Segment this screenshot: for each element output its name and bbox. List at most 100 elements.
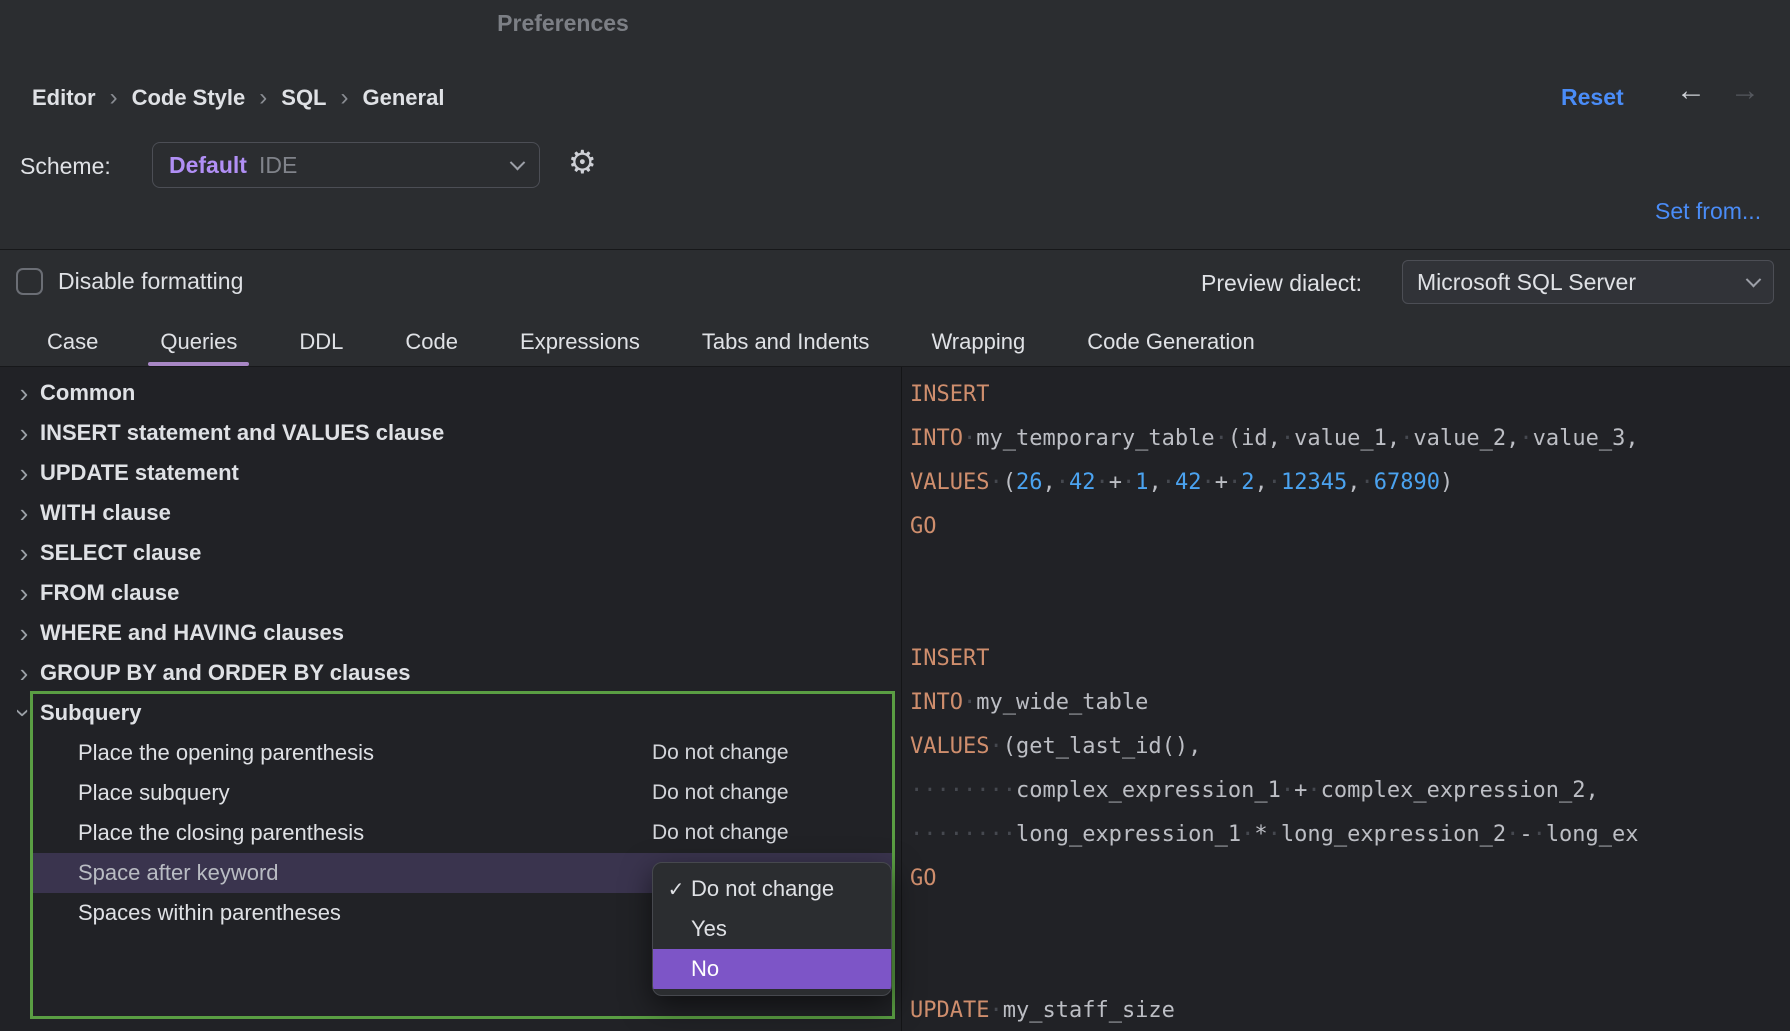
scheme-select[interactable]: Default IDE <box>152 142 540 188</box>
tree-group-label: Subquery <box>40 700 141 726</box>
format-bar: Disable formatting Preview dialect: Micr… <box>0 250 1790 367</box>
tree-group-row[interactable]: ›Common <box>0 373 901 413</box>
tree-child-row[interactable]: Place the closing parenthesis Do not chan… <box>0 813 901 853</box>
chevron-down-icon <box>1746 271 1762 287</box>
tree-group-label: WITH clause <box>40 500 171 526</box>
tree-group-label: INSERT statement and VALUES clause <box>40 420 444 446</box>
scheme-value: Default <box>169 152 247 179</box>
tree-group-label: GROUP BY and ORDER BY clauses <box>40 660 410 686</box>
tree-child-row[interactable]: Place the opening parenthesis Do not chan… <box>0 733 901 773</box>
breadcrumb-separator: › <box>341 84 349 112</box>
tree-group-label: Common <box>40 380 135 406</box>
code-line: UPDATE·my_staff_size <box>910 989 1790 1031</box>
preview-dialect-label: Preview dialect: <box>1201 270 1362 297</box>
tree-child-value[interactable]: Do not change <box>652 781 789 805</box>
popup-option-label: Yes <box>691 916 727 942</box>
popup-option[interactable]: No <box>653 949 891 989</box>
tree-group-row[interactable]: ›UPDATE statement <box>0 453 901 493</box>
code-line <box>910 549 1790 593</box>
chevron-down-icon <box>510 154 526 170</box>
code-preview-lines: INSERTINTO·my_temporary_table·(id,·value… <box>910 373 1790 1031</box>
scheme-target: IDE <box>259 152 297 179</box>
tree-child-label: Place the closing parenthesis <box>78 820 364 846</box>
chevron-right-icon[interactable]: › <box>8 420 40 446</box>
tab-wrapping[interactable]: Wrapping <box>916 318 1040 366</box>
chevron-right-icon[interactable]: › <box>8 620 40 646</box>
tree-group-row[interactable]: ›GROUP BY and ORDER BY clauses <box>0 653 901 693</box>
tree-child-label: Place subquery <box>78 780 230 806</box>
tab-queries[interactable]: Queries <box>145 318 252 366</box>
popup-option-label: Do not change <box>691 876 834 902</box>
tree-child-value[interactable]: Do not change <box>652 741 789 765</box>
tab-code-generation[interactable]: Code Generation <box>1072 318 1270 366</box>
tree-child-label: Spaces within parentheses <box>78 900 341 926</box>
chevron-right-icon[interactable]: › <box>8 540 40 566</box>
popup-option[interactable]: ✓Do not change <box>653 869 891 909</box>
tab-ddl[interactable]: DDL <box>284 318 358 366</box>
code-line: INTO·my_wide_table <box>910 681 1790 725</box>
tree-child-value[interactable]: Do not change <box>652 821 789 845</box>
tree-group-label: FROM clause <box>40 580 179 606</box>
tree-group-label: WHERE and HAVING clauses <box>40 620 344 646</box>
code-line: GO <box>910 857 1790 901</box>
reset-button[interactable]: Reset <box>1561 84 1624 111</box>
code-line: INSERT <box>910 373 1790 417</box>
chevron-right-icon[interactable]: › <box>8 380 40 406</box>
breadcrumb-item-general[interactable]: General <box>363 85 445 111</box>
content: ›Common›INSERT statement and VALUES clau… <box>0 367 1790 1031</box>
code-line <box>910 593 1790 637</box>
gear-icon[interactable]: ⚙ <box>568 146 597 178</box>
chevron-right-icon[interactable]: › <box>8 500 40 526</box>
set-from-link[interactable]: Set from... <box>1655 198 1761 225</box>
code-line <box>910 945 1790 989</box>
disable-formatting-label[interactable]: Disable formatting <box>58 268 243 295</box>
chevron-right-icon[interactable]: › <box>8 580 40 606</box>
disable-formatting-checkbox[interactable] <box>16 268 43 295</box>
tree-group-label: UPDATE statement <box>40 460 239 486</box>
tab-bar: Case Queries DDL Code Expressions Tabs a… <box>32 318 1302 366</box>
tree-group-row[interactable]: ›SELECT clause <box>0 533 901 573</box>
preview-dialect-value: Microsoft SQL Server <box>1417 269 1636 296</box>
code-line <box>910 901 1790 945</box>
window-title: Preferences <box>497 10 629 37</box>
tree-child-label: Place the opening parenthesis <box>78 740 374 766</box>
code-preview[interactable]: INSERTINTO·my_temporary_table·(id,·value… <box>902 367 1790 1031</box>
tree-group-row[interactable]: ›Subquery <box>0 693 901 733</box>
preview-dialect-select[interactable]: Microsoft SQL Server <box>1402 260 1774 304</box>
forward-arrow-icon[interactable]: → <box>1730 74 1760 108</box>
breadcrumb-item-editor[interactable]: Editor <box>32 85 96 111</box>
chevron-right-icon[interactable]: › <box>8 460 40 486</box>
chevron-down-icon[interactable]: › <box>11 697 37 729</box>
tree-group-row[interactable]: ›INSERT statement and VALUES clause <box>0 413 901 453</box>
breadcrumb-item-sql[interactable]: SQL <box>281 85 326 111</box>
popup-option-label: No <box>691 956 719 982</box>
tree-group-row[interactable]: ›WITH clause <box>0 493 901 533</box>
popup-option[interactable]: Yes <box>653 909 891 949</box>
tree-child-label: Space after keyword <box>78 860 279 886</box>
value-dropdown-popup: ✓Do not change Yes No <box>652 862 892 996</box>
code-line: VALUES·(26,·42·+·1,·42·+·2,·12345,·67890… <box>910 461 1790 505</box>
tree-child-row[interactable]: Place subquery Do not change <box>0 773 901 813</box>
back-arrow-icon[interactable]: ← <box>1676 74 1706 108</box>
code-line: INTO·my_temporary_table·(id,·value_1,·va… <box>910 417 1790 461</box>
header: Preferences Editor › Code Style › SQL › … <box>0 0 1790 250</box>
breadcrumb-item-code-style[interactable]: Code Style <box>132 85 246 111</box>
breadcrumb: Editor › Code Style › SQL › General <box>32 84 444 112</box>
code-line: ········long_expression_1·*·long_express… <box>910 813 1790 857</box>
tab-tabs-and-indents[interactable]: Tabs and Indents <box>687 318 885 366</box>
tab-case[interactable]: Case <box>32 318 113 366</box>
preferences-window: Preferences Editor › Code Style › SQL › … <box>0 0 1790 1031</box>
breadcrumb-separator: › <box>110 84 118 112</box>
tab-expressions[interactable]: Expressions <box>505 318 655 366</box>
chevron-right-icon[interactable]: › <box>8 660 40 686</box>
scheme-label: Scheme: <box>20 153 111 180</box>
settings-tree: ›Common›INSERT statement and VALUES clau… <box>0 367 902 1031</box>
code-line: VALUES·(get_last_id(), <box>910 725 1790 769</box>
tree-group-row[interactable]: ›WHERE and HAVING clauses <box>0 613 901 653</box>
code-line: GO <box>910 505 1790 549</box>
checkmark-icon: ✓ <box>661 877 691 902</box>
tree-group-label: SELECT clause <box>40 540 201 566</box>
tab-code[interactable]: Code <box>390 318 473 366</box>
breadcrumb-separator: › <box>259 84 267 112</box>
tree-group-row[interactable]: ›FROM clause <box>0 573 901 613</box>
